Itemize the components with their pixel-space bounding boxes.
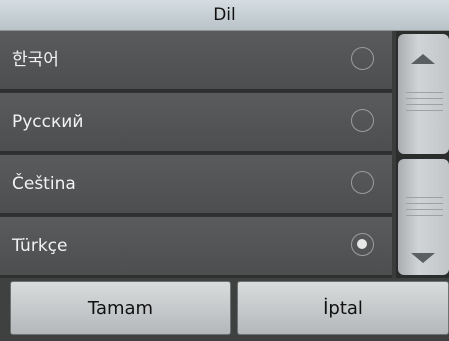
radio-button[interactable] xyxy=(351,109,374,132)
grip-line xyxy=(406,98,443,99)
grip-line xyxy=(406,104,443,105)
cancel-button[interactable]: İptal xyxy=(237,281,449,335)
dialog-title: Dil xyxy=(0,0,449,31)
grip-line xyxy=(406,110,443,111)
grip-line xyxy=(406,197,443,198)
radio-button[interactable] xyxy=(351,47,374,70)
scroll-up-button[interactable] xyxy=(398,34,449,154)
dialog-footer: Tamam İptal xyxy=(0,278,449,341)
ok-button[interactable]: Tamam xyxy=(10,281,231,335)
scroll-down-button[interactable] xyxy=(398,159,449,275)
language-label: Türkçe xyxy=(12,236,68,256)
language-option-korean[interactable]: 한국어 xyxy=(0,31,392,92)
chevron-up-icon xyxy=(411,54,435,64)
language-dialog: Dil 한국어 Русский Čeština Türkçe Tamam İpt… xyxy=(0,0,449,341)
language-option-turkish[interactable]: Türkçe xyxy=(0,217,392,278)
grip-line xyxy=(406,92,443,93)
grip-line xyxy=(406,209,443,210)
language-list: 한국어 Русский Čeština Türkçe xyxy=(0,31,392,278)
language-label: 한국어 xyxy=(12,50,59,70)
chevron-down-icon xyxy=(411,253,435,263)
language-label: Русский xyxy=(12,112,84,132)
scrollbar[interactable] xyxy=(396,31,449,278)
radio-button-selected[interactable] xyxy=(351,233,374,256)
grip-line xyxy=(406,215,443,216)
language-option-russian[interactable]: Русский xyxy=(0,93,392,154)
language-option-czech[interactable]: Čeština xyxy=(0,155,392,216)
language-label: Čeština xyxy=(12,174,76,194)
grip-line xyxy=(406,203,443,204)
radio-button[interactable] xyxy=(351,171,374,194)
